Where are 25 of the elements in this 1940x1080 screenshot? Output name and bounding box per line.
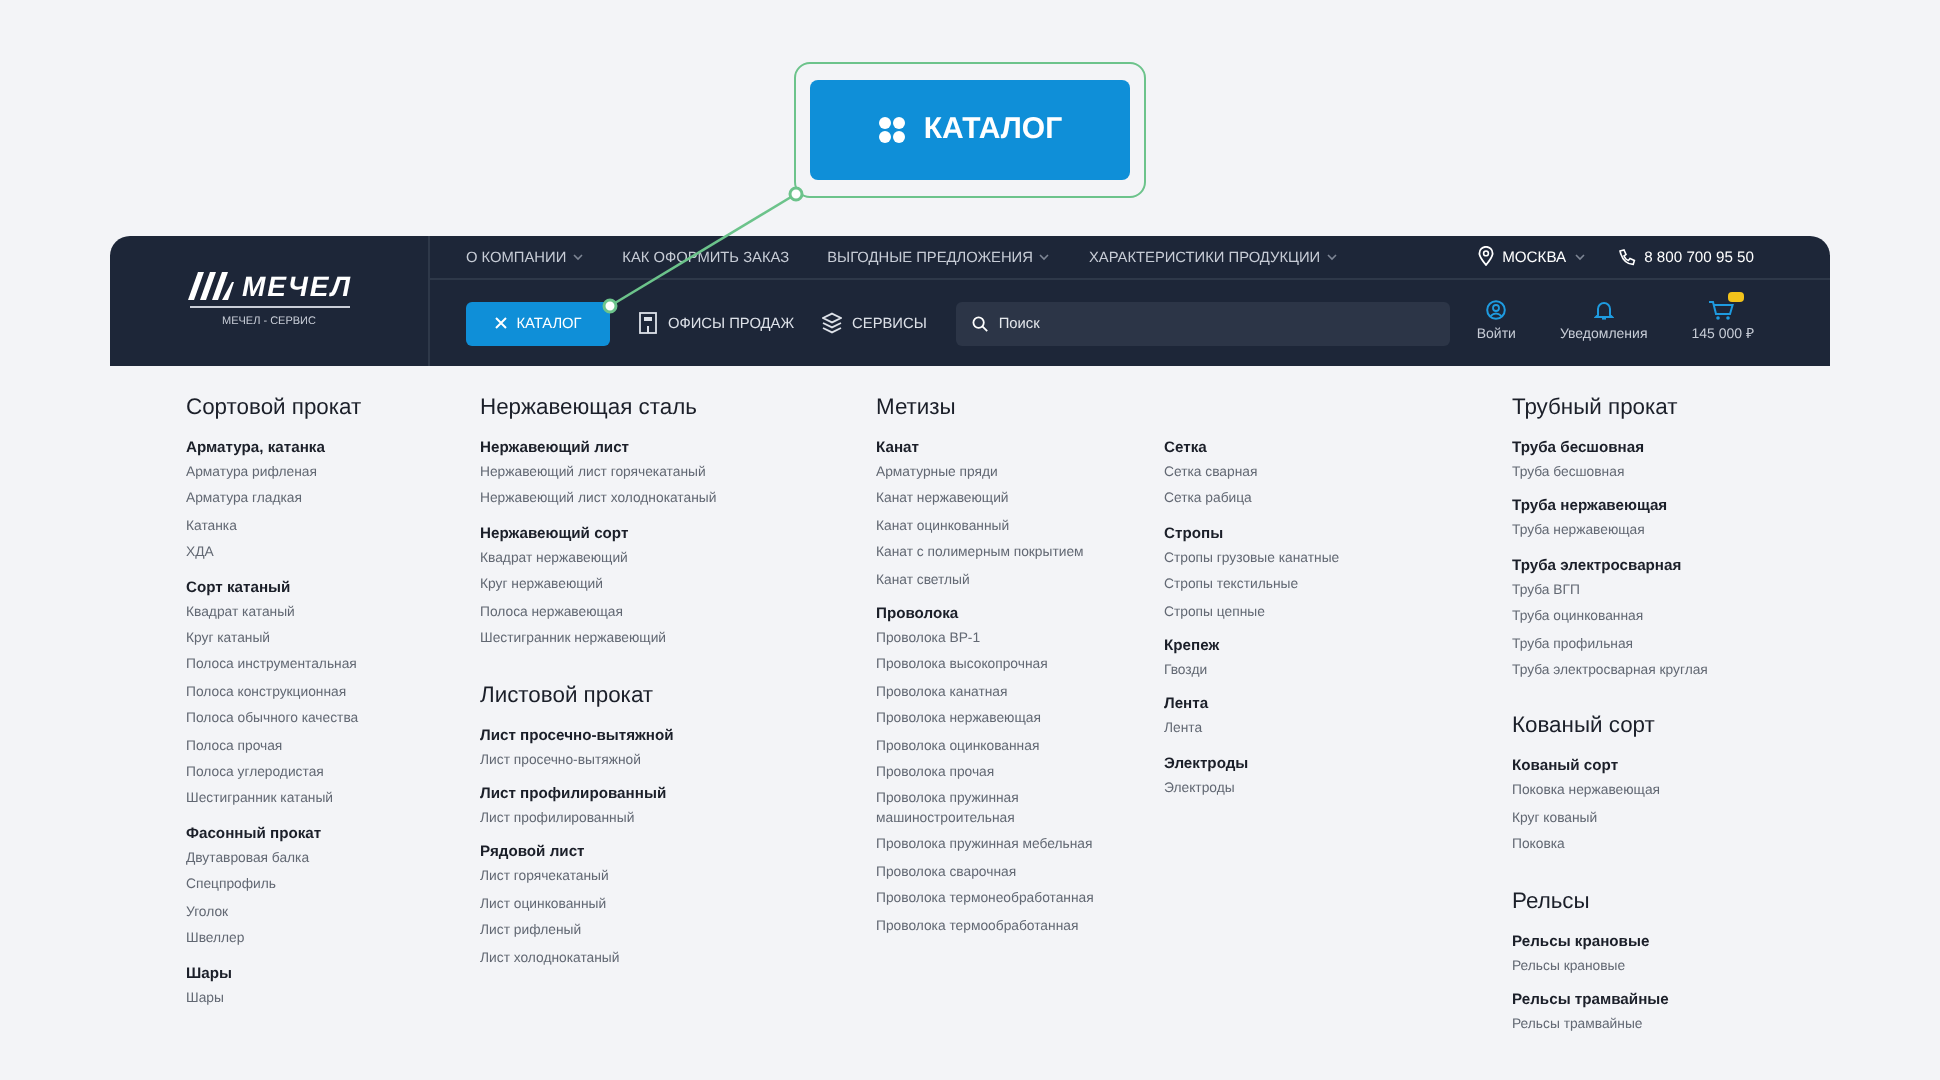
location-pin-icon [1478, 246, 1495, 267]
section-title: Метизы [876, 394, 958, 424]
building-icon [638, 311, 658, 334]
section-title: Трубный прокат [1512, 394, 1680, 424]
cart-icon [1708, 299, 1737, 320]
caret-icon [1326, 251, 1339, 262]
catalog-button[interactable]: КАТАЛОГ [810, 80, 1130, 180]
section-title: Кованый сорт [1512, 712, 1657, 743]
caret-icon [572, 251, 585, 262]
layers-icon [822, 311, 843, 334]
section-title: Сортовой прокат [186, 394, 364, 424]
section-title: Листовой прокат [480, 681, 656, 712]
section-title: Нержавеющая сталь [480, 394, 699, 424]
section-title: Рельсы [1512, 887, 1592, 918]
stripes-logo-icon [185, 271, 234, 300]
grid-dots-icon [877, 116, 906, 144]
close-icon [494, 316, 509, 330]
caret-icon [1574, 251, 1587, 262]
brand-name: МЕЧЕЛ [241, 271, 353, 300]
phone-icon [1618, 247, 1637, 266]
search-icon [972, 315, 989, 331]
caret-icon [1038, 251, 1051, 262]
cart-badge [1728, 291, 1745, 302]
user-icon [1486, 299, 1507, 320]
bell-icon [1593, 299, 1614, 320]
